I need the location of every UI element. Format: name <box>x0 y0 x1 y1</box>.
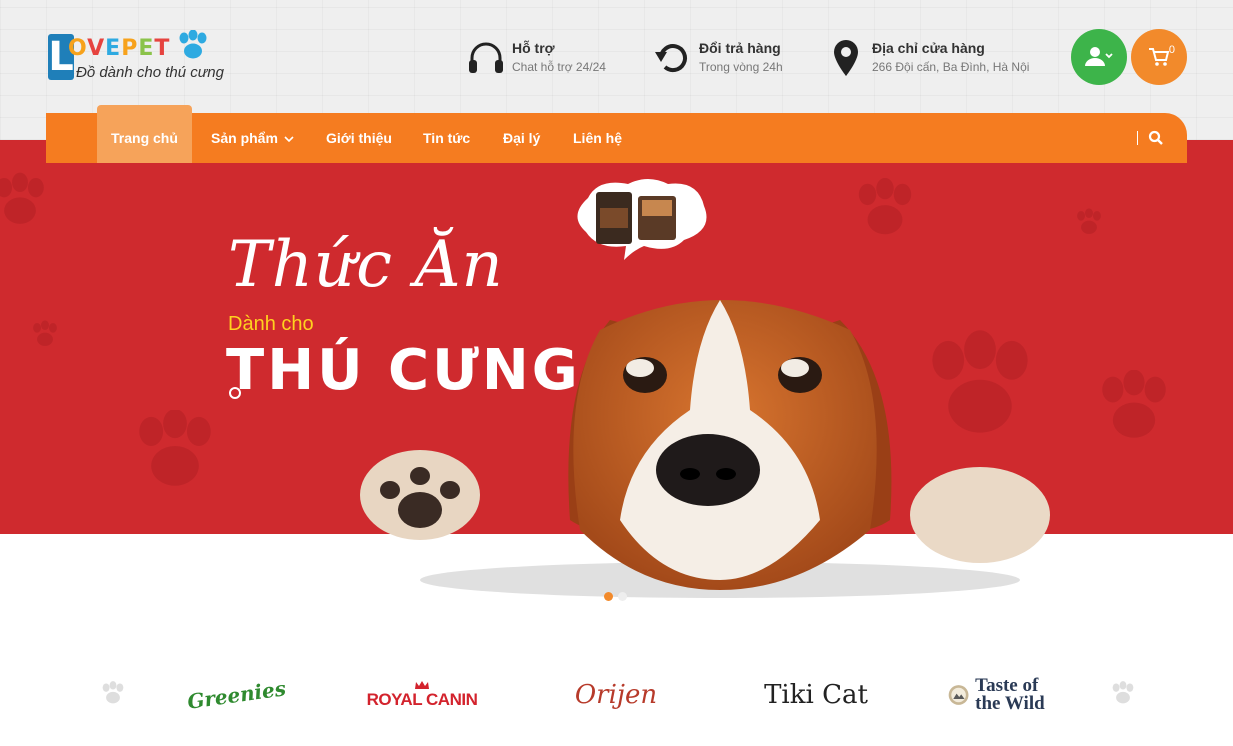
food-thought-bubble-image <box>577 179 707 260</box>
hero-subtitle: Dành cho <box>228 313 314 335</box>
nav-item-label: Tin tức <box>423 130 471 146</box>
paw-prev-icon[interactable] <box>100 680 126 706</box>
return-subtitle: Trong vòng 24h <box>699 60 783 74</box>
nav-item-label: Trang chủ <box>111 130 178 146</box>
user-icon <box>1085 47 1113 66</box>
store-address-info[interactable]: Địa chỉ cửa hàng 266 Đội cấn, Ba Đình, H… <box>826 38 1036 78</box>
cart-button[interactable]: 0 <box>1131 29 1187 85</box>
nav-item-products[interactable]: Sản phẩm <box>211 113 294 163</box>
brand-taste-of-the-wild-logo[interactable]: Taste of the Wild <box>948 660 1066 730</box>
nav-item-contact[interactable]: Liên hệ <box>573 113 622 163</box>
support-info[interactable]: Hỗ trợ Chat hỗ trợ 24/24 <box>466 38 636 78</box>
logo-wordmark: OVEPET <box>68 36 171 61</box>
paw-icon <box>1102 370 1166 438</box>
slider-pagination <box>604 592 627 601</box>
main-nav: Trang chủ Sản phẩm Giới thiệu Tin tức Đạ… <box>46 105 1187 163</box>
brand-tiki-cat-logo[interactable]: Tiki Cat <box>764 660 868 730</box>
nav-item-dealers[interactable]: Đại lý <box>503 113 540 163</box>
paw-icon <box>1077 208 1101 234</box>
chevron-down-icon <box>284 136 294 143</box>
return-title: Đổi trả hàng <box>699 40 781 56</box>
support-title: Hỗ trợ <box>512 40 555 56</box>
brand-name: Orijen <box>574 680 658 710</box>
nav-item-label: Liên hệ <box>573 130 623 146</box>
crown-icon <box>415 681 429 689</box>
paw-icon <box>858 178 912 235</box>
cart-icon <box>1149 48 1170 66</box>
store-address-subtitle: 266 Đội cấn, Ba Đình, Hà Nội <box>872 60 1030 74</box>
brand-name: ROYAL CANIN <box>366 690 478 709</box>
nav-item-about[interactable]: Giới thiệu <box>326 113 392 163</box>
cart-count-badge: 0 <box>1168 44 1175 56</box>
site-logo[interactable]: L OVEPET Đồ dành cho thú cưng <box>46 30 246 86</box>
store-address-title: Địa chỉ cửa hàng <box>872 40 985 56</box>
headphones-icon <box>469 42 503 73</box>
brand-name: Taste of the Wild <box>975 675 1045 714</box>
nav-item-label: Sản phẩm <box>211 130 278 146</box>
slider-dot[interactable] <box>618 592 627 601</box>
beagle-dog-image <box>360 300 1050 598</box>
logo-tagline: Đồ dành cho thú cưng <box>76 64 224 81</box>
slider-dot-active[interactable] <box>604 592 613 601</box>
support-subtitle: Chat hỗ trợ 24/24 <box>512 60 606 74</box>
nav-item-label: Đại lý <box>503 130 541 146</box>
brand-name: Greenies <box>186 676 288 714</box>
paw-icon <box>139 410 211 486</box>
nav-item-label: Giới thiệu <box>326 130 392 146</box>
nav-divider <box>1137 131 1138 145</box>
brand-name: Tiki Cat <box>764 680 868 710</box>
nav-item-home[interactable]: Trang chủ <box>97 105 192 163</box>
search-icon[interactable] <box>1148 130 1164 146</box>
return-info[interactable]: Đổi trả hàng Trong vòng 24h <box>653 38 803 78</box>
brand-orijen-logo[interactable]: Orijen <box>574 660 658 730</box>
logo-paw-icon <box>179 30 207 59</box>
paw-icon <box>0 172 44 224</box>
hero-ring-decoration <box>229 387 241 399</box>
brand-carousel: Greenies ROYAL CANIN Orijen Tiki Cat Tas… <box>0 640 1233 746</box>
paw-icon <box>33 320 57 346</box>
account-button[interactable] <box>1071 29 1127 85</box>
brand-greenies-logo[interactable]: Greenies <box>186 660 288 730</box>
nav-item-news[interactable]: Tin tức <box>423 113 470 163</box>
brand-royal-canin-logo[interactable]: ROYAL CANIN <box>364 660 480 730</box>
return-arrow-icon <box>655 44 687 73</box>
emblem-icon <box>948 685 969 705</box>
location-pin-icon <box>834 40 858 76</box>
paw-next-icon[interactable] <box>1110 680 1136 706</box>
